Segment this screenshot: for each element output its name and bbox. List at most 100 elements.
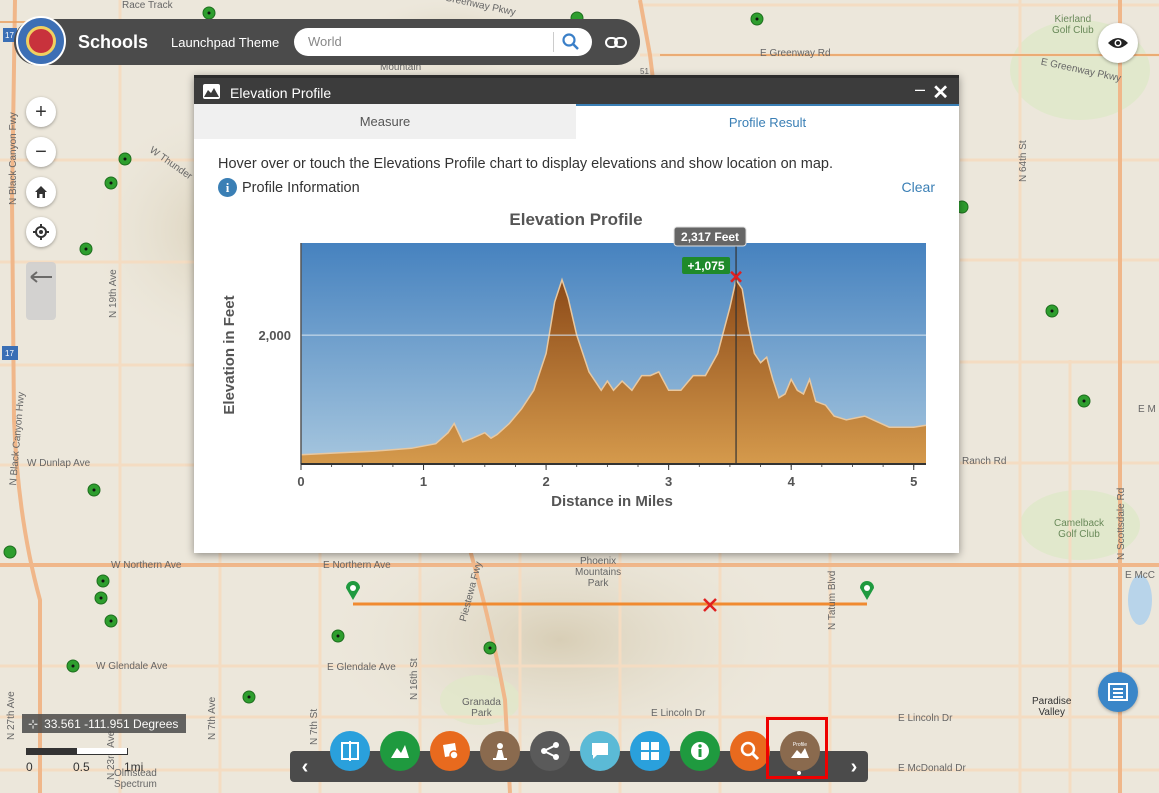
gain-text: +1,075 bbox=[688, 259, 725, 273]
map-label: E Northern Ave bbox=[323, 560, 391, 571]
map-label: W Glendale Ave bbox=[96, 661, 168, 672]
coordinates-display: ⊹ 33.561 -111.951 Degrees bbox=[22, 714, 187, 733]
basemap-gallery-icon bbox=[641, 742, 659, 760]
y-axis-label: Elevation in Feet bbox=[221, 295, 238, 414]
tool-directions[interactable] bbox=[480, 731, 520, 771]
app-title: Schools bbox=[78, 32, 149, 52]
crosshair-icon: ⊹ bbox=[28, 716, 39, 731]
layer-visibility-button[interactable] bbox=[1098, 23, 1138, 63]
map-label: Granada Park bbox=[462, 697, 501, 719]
map-label: N 19th Ave bbox=[108, 269, 119, 318]
scale-label-half: 0.5 bbox=[73, 760, 90, 774]
share-icon bbox=[541, 742, 559, 760]
locate-button[interactable] bbox=[26, 217, 56, 247]
map-label: W Dunlap Ave bbox=[27, 458, 91, 469]
map-label: N Scottsdale Rd bbox=[1116, 487, 1127, 560]
x-tick-label: 4 bbox=[788, 474, 796, 489]
search-icon bbox=[562, 33, 579, 50]
search-divider bbox=[553, 32, 554, 52]
toolbar-next-button[interactable]: › bbox=[845, 755, 863, 778]
plus-icon: + bbox=[35, 100, 47, 123]
map-label: N 7th Ave bbox=[207, 696, 218, 740]
elevation-tooltip: 2,317 Feet bbox=[673, 226, 747, 247]
map-label: N 7th St bbox=[309, 708, 320, 745]
y-tick-label: 2,000 bbox=[258, 328, 291, 343]
gain-badge: +1,075 bbox=[682, 257, 731, 274]
directions-icon bbox=[493, 743, 507, 760]
zoom-in-button[interactable]: + bbox=[26, 97, 56, 127]
chevron-left-icon: ‹ bbox=[301, 755, 309, 778]
tooltip-text: 2,317 Feet bbox=[681, 230, 739, 244]
locate-icon bbox=[33, 224, 49, 240]
map-label: N 27th Ave bbox=[6, 691, 17, 740]
scale-label-1mi: 1mi bbox=[124, 760, 144, 774]
legend-list-button[interactable] bbox=[1098, 672, 1138, 712]
toolbar-prev-button[interactable]: ‹ bbox=[296, 755, 314, 778]
tool-about[interactable] bbox=[680, 731, 720, 771]
map-label: E Lincoln Dr bbox=[898, 713, 953, 724]
home-icon bbox=[35, 186, 47, 198]
tool-elevation[interactable] bbox=[380, 731, 420, 771]
chart-title: Elevation Profile bbox=[509, 210, 642, 229]
zoom-out-button[interactable]: − bbox=[26, 137, 56, 167]
map-label: N 16th St bbox=[409, 658, 420, 700]
seal-icon bbox=[26, 26, 56, 56]
map-label: Phoenix Mountains Park bbox=[575, 556, 622, 589]
layers-icon bbox=[443, 743, 459, 760]
x-tick-label: 3 bbox=[665, 474, 672, 489]
tool-basemap-gallery[interactable] bbox=[630, 731, 670, 771]
map-label: N Tatum Blvd bbox=[827, 570, 838, 630]
x-tick-label: 5 bbox=[910, 474, 917, 489]
map-label: E Glendale Ave bbox=[327, 662, 396, 673]
map-label: E McC bbox=[1125, 570, 1155, 581]
tool-chat[interactable] bbox=[580, 731, 620, 771]
active-tool-highlight bbox=[766, 717, 828, 779]
query-icon bbox=[740, 741, 760, 761]
swipe-icon bbox=[341, 741, 359, 761]
map-label: E McDonald Dr bbox=[898, 763, 966, 774]
elevation-icon bbox=[391, 745, 409, 758]
hwy-17-label: 17 bbox=[5, 31, 14, 40]
chevron-right-icon: › bbox=[850, 755, 858, 778]
arrow-left-icon bbox=[30, 271, 52, 283]
app-subtitle: Launchpad Theme bbox=[171, 35, 280, 50]
tool-swipe[interactable] bbox=[330, 731, 370, 771]
x-axis-label: Distance in Miles bbox=[551, 493, 673, 510]
map-label: N 64th St bbox=[1018, 140, 1029, 182]
map-label: E Lincoln Dr bbox=[651, 708, 706, 719]
map-label: Race Track bbox=[122, 0, 173, 11]
map-label: W Northern Ave bbox=[111, 560, 182, 571]
chat-icon bbox=[592, 743, 608, 759]
about-icon bbox=[691, 742, 709, 760]
map-label: Kierland Golf Club bbox=[1052, 14, 1094, 36]
search-button[interactable] bbox=[560, 31, 582, 53]
tool-share[interactable] bbox=[530, 731, 570, 771]
home-button[interactable] bbox=[26, 177, 56, 207]
search-box bbox=[294, 28, 592, 56]
x-tick-label: 1 bbox=[420, 474, 427, 489]
elevation-profile-panel: Elevation Profile – ✕ Measure Profile Re… bbox=[194, 75, 959, 553]
eye-icon bbox=[1108, 38, 1128, 48]
map-label: Camelback Golf Club bbox=[1054, 518, 1105, 540]
minus-icon: − bbox=[35, 140, 47, 163]
x-tick-label: 2 bbox=[542, 474, 549, 489]
active-indicator bbox=[797, 771, 801, 775]
search-input[interactable] bbox=[308, 34, 538, 49]
tool-layers[interactable] bbox=[430, 731, 470, 771]
map-label: E Greenway Rd bbox=[760, 48, 831, 59]
elevation-chart[interactable]: Elevation Profile Elevation in Feet Dist… bbox=[194, 75, 959, 553]
list-icon bbox=[1108, 683, 1128, 701]
map-label: N Black Canyon Fwy bbox=[8, 112, 19, 205]
coordinates-text: 33.561 -111.951 Degrees bbox=[44, 716, 179, 731]
scale-label-0: 0 bbox=[26, 760, 33, 774]
hwy-17-label: 17 bbox=[5, 349, 14, 358]
map-label: Paradise Valley bbox=[1032, 696, 1072, 718]
map-label: E M bbox=[1138, 404, 1156, 415]
link-button[interactable] bbox=[602, 31, 630, 55]
map-label: Ranch Rd bbox=[962, 456, 1007, 467]
app-logo bbox=[16, 16, 66, 66]
collapse-panel-button[interactable] bbox=[26, 262, 56, 320]
link-icon bbox=[605, 37, 627, 48]
tool-query[interactable] bbox=[730, 731, 770, 771]
x-tick-label: 0 bbox=[297, 474, 304, 489]
